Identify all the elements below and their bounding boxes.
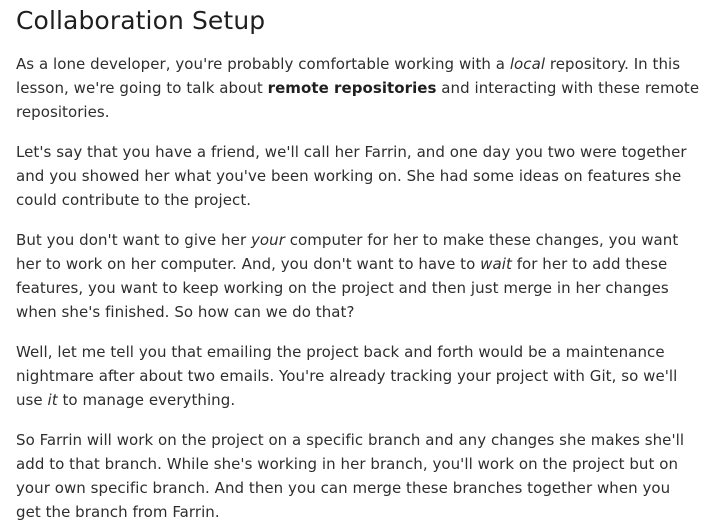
emphasis-it: it [47, 391, 58, 409]
page-title: Collaboration Setup [16, 6, 266, 35]
lesson-page: Collaboration Setup As a lone developer,… [0, 0, 724, 528]
text-line: could contribute to the project. [16, 191, 252, 209]
paragraph-branch: So Farrin will work on the project on a … [16, 428, 706, 524]
text-line: use it to manage everything. [16, 391, 236, 409]
text-line: Let's say that you have a friend, we'll … [16, 143, 687, 161]
paragraph-email: Well, let me tell you that emailing the … [16, 340, 706, 412]
emphasis-wait: wait [480, 255, 512, 273]
text-line: add to that branch. While she's working … [16, 455, 678, 473]
paragraph-friend: Let's say that you have a friend, we'll … [16, 140, 706, 212]
paragraph-computer: But you don't want to give her your comp… [16, 228, 706, 324]
text-line: repositories. [16, 103, 110, 121]
text-line: when she's finished. So how can we do th… [16, 303, 355, 321]
text-line: get the branch from Farrin. [16, 503, 220, 521]
bold-remote-repositories: remote repositories [267, 79, 437, 97]
text-line: As a lone developer, you're probably com… [16, 55, 681, 73]
text-line: and you showed her what you've been work… [16, 167, 682, 185]
text-line: But you don't want to give her your comp… [16, 231, 679, 249]
text-line: lesson, we're going to talk about remote… [16, 79, 700, 97]
text-line: So Farrin will work on the project on a … [16, 431, 685, 449]
text-line: your own specific branch. And then you c… [16, 479, 671, 497]
text-line: features, you want to keep working on th… [16, 279, 669, 297]
text-line: nightmare after about two emails. You're… [16, 367, 678, 385]
paragraph-intro: As a lone developer, you're probably com… [16, 52, 706, 124]
emphasis-your: your [250, 231, 285, 249]
text-line: Well, let me tell you that emailing the … [16, 343, 665, 361]
emphasis-local: local [509, 55, 546, 73]
text-line: her to work on her computer. And, you do… [16, 255, 668, 273]
